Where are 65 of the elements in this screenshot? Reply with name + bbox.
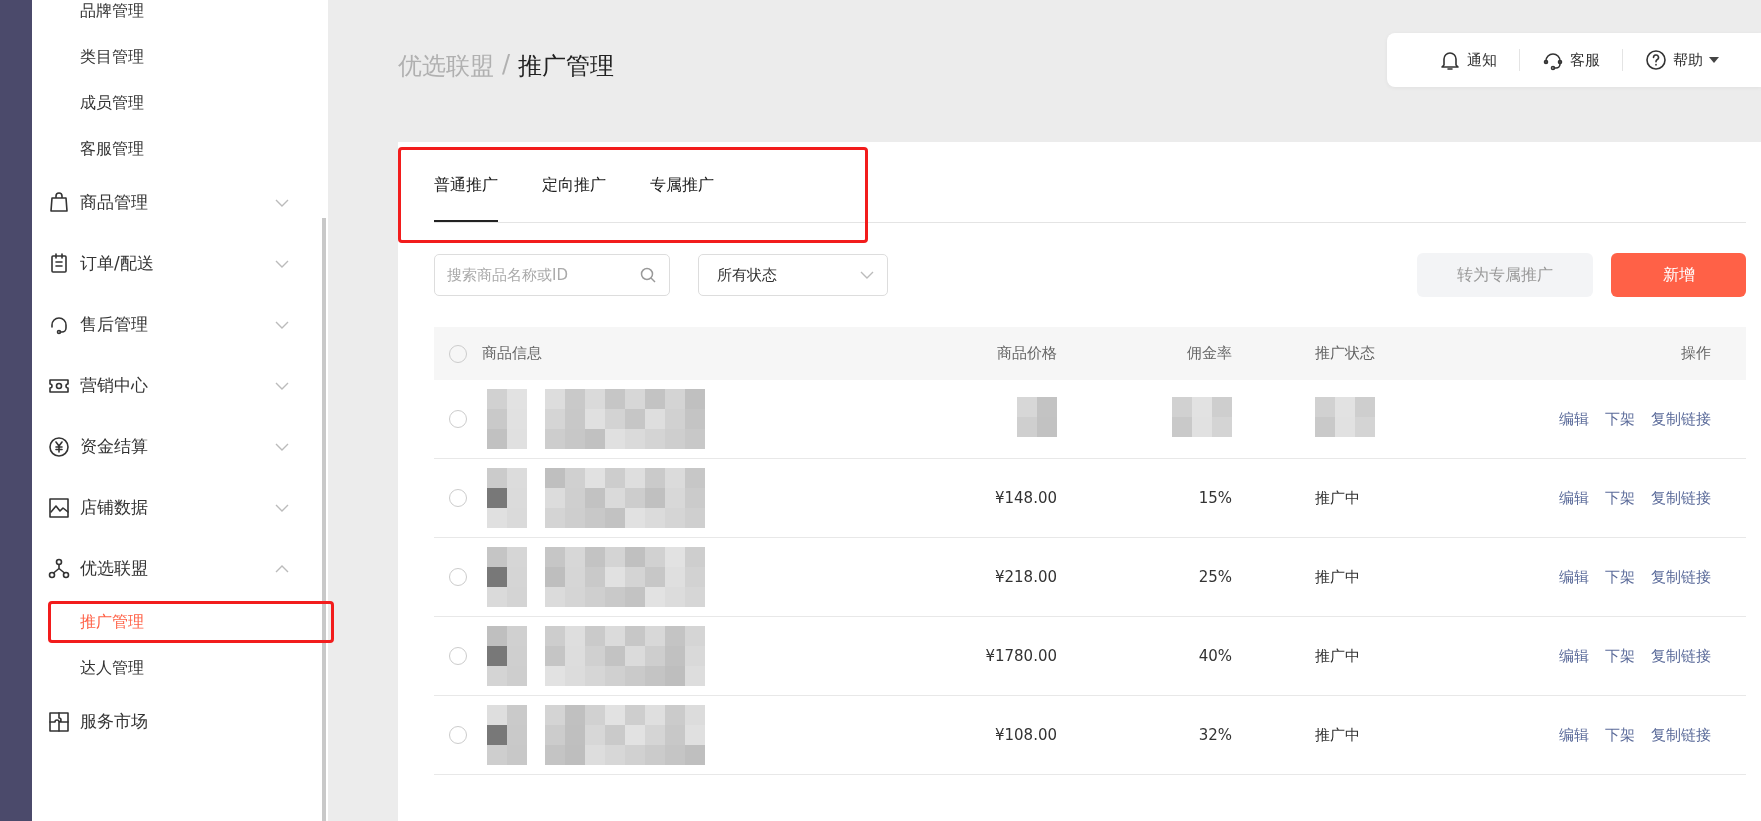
sidebar-item[interactable]: 服务市场 [32,691,322,752]
rate-cell: 25% [1198,568,1232,586]
status-dropdown[interactable]: 所有状态 [698,254,888,296]
price-cell: ¥148.00 [994,489,1057,507]
chevron-icon [859,269,875,281]
puzzle-icon [48,710,70,733]
breadcrumb-separator: / [502,50,511,80]
page-title: 推广管理 [518,51,615,82]
sidebar-item[interactable]: 营销中心 [32,355,322,416]
column-header: 商品信息 [482,344,543,363]
bag-icon [48,191,70,214]
action-link[interactable]: 复制链接 [1651,488,1711,508]
sidebar-item[interactable]: 店铺数据 [32,477,322,538]
yen-icon [48,435,70,458]
sidebar-item[interactable]: 商品管理 [32,172,322,233]
action-link[interactable]: 编辑 [1559,488,1589,508]
header-link[interactable]: 帮助 [1622,49,1741,71]
price-cell: ¥1780.00 [985,647,1057,665]
action-link[interactable]: 下架 [1605,409,1635,429]
status-cell-text: 推广中 [1314,488,1361,508]
column-header: 操作 [1681,344,1711,363]
network-icon [48,557,70,580]
sidebar-item[interactable]: 成员管理 [32,80,322,126]
help-icon [1645,49,1667,71]
sidebar-item[interactable]: 客服管理 [32,126,322,172]
bell-icon [1439,49,1461,71]
action-link[interactable]: 编辑 [1559,725,1589,745]
status-cell-text: 推广中 [1314,567,1361,587]
column-header: 佣金率 [1187,344,1232,363]
rate-cell: 32% [1198,726,1232,744]
sidebar-item[interactable]: 订单/配送 [32,233,322,294]
action-link[interactable]: 下架 [1605,488,1635,508]
header-link[interactable]: 客服 [1519,49,1622,71]
action-link[interactable]: 复制链接 [1651,646,1711,666]
search-icon [640,267,656,283]
clipboard-icon [48,252,70,275]
tab[interactable]: 专属推广 [650,142,714,222]
column-header: 商品价格 [997,344,1057,363]
price-cell: ¥108.00 [994,726,1057,744]
action-link[interactable]: 复制链接 [1651,567,1711,587]
rate-cell: 40% [1198,647,1232,665]
action-link[interactable]: 下架 [1605,567,1635,587]
sidebar-item[interactable]: 品牌管理 [32,0,322,34]
action-link[interactable]: 下架 [1605,646,1635,666]
column-header: 推广状态 [1314,344,1376,363]
header-link[interactable]: 通知 [1417,49,1519,71]
sidebar-item[interactable]: 资金结算 [32,416,322,477]
action-link[interactable]: 复制链接 [1651,409,1711,429]
action-link[interactable]: 编辑 [1559,409,1589,429]
action-link[interactable]: 下架 [1605,725,1635,745]
action-link[interactable]: 复制链接 [1651,725,1711,745]
status-cell-text: 推广中 [1314,646,1361,666]
tab[interactable]: 定向推广 [542,142,606,222]
status-cell-text: 推广中 [1314,725,1361,745]
sidebar-item[interactable]: 类目管理 [32,34,322,80]
chart-icon [48,496,70,519]
sidebar-item[interactable]: 优选联盟 [32,538,322,599]
tab[interactable]: 普通推广 [434,142,498,222]
action-link[interactable]: 编辑 [1559,567,1589,587]
search-field[interactable]: 搜索商品名称或ID [434,254,670,296]
sidebar-item[interactable]: 达人管理 [32,645,322,691]
rate-cell: 15% [1198,489,1232,507]
sidebar-item[interactable]: 售后管理 [32,294,322,355]
action-link[interactable]: 编辑 [1559,646,1589,666]
price-cell: ¥218.00 [994,568,1057,586]
